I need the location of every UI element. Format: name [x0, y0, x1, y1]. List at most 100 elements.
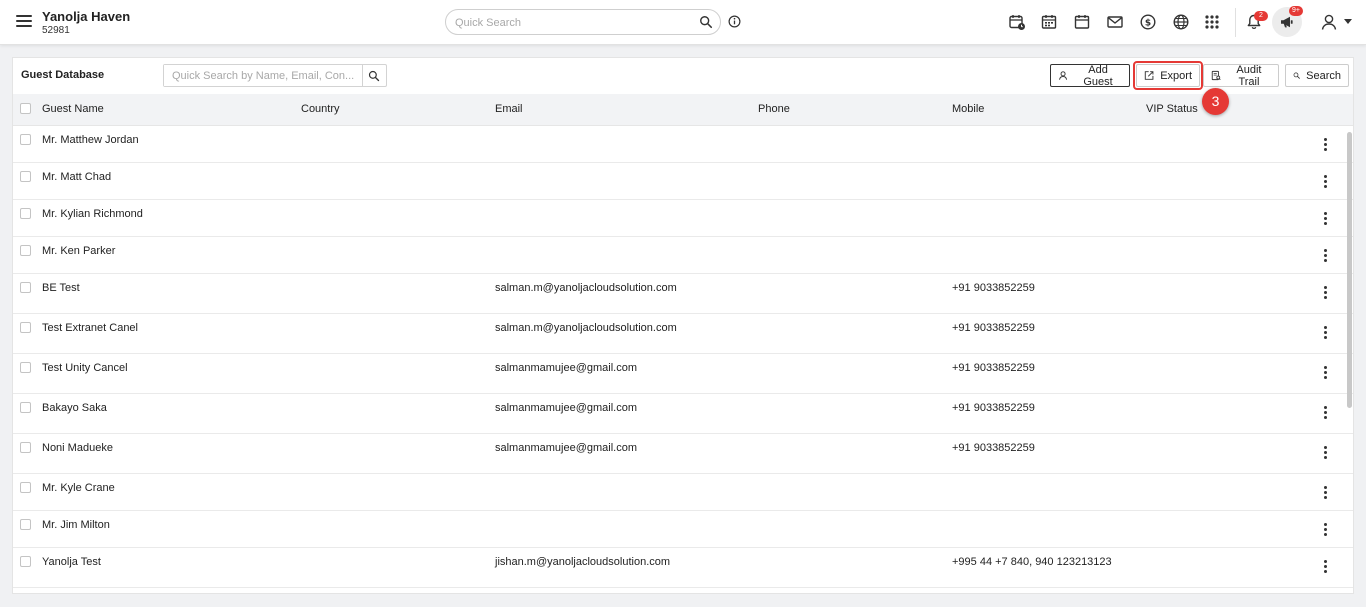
row-actions-icon[interactable] — [1324, 560, 1328, 574]
col-mobile[interactable]: Mobile — [952, 103, 984, 115]
search-icon — [1293, 72, 1300, 79]
row-actions-icon[interactable] — [1324, 249, 1328, 263]
email-cell: salman.m@yanoljacloudsolution.com — [495, 322, 677, 334]
row-checkbox[interactable] — [20, 519, 31, 530]
row-actions-icon[interactable] — [1324, 523, 1328, 537]
email-cell: salmanmamujee@gmail.com — [495, 402, 637, 414]
calendar-clock-icon[interactable] — [1008, 13, 1026, 31]
row-checkbox[interactable] — [20, 442, 31, 453]
col-email[interactable]: Email — [495, 103, 523, 115]
row-checkbox[interactable] — [20, 362, 31, 373]
row-checkbox[interactable] — [20, 482, 31, 493]
step-number-badge: 3 — [1202, 88, 1229, 115]
megaphone-icon — [1281, 16, 1293, 28]
row-actions-icon[interactable] — [1324, 212, 1328, 226]
search-button[interactable]: Search — [1285, 64, 1349, 87]
table-row[interactable]: Mr. Matt Chad — [13, 163, 1353, 200]
select-all-checkbox[interactable] — [20, 103, 31, 114]
mobile-cell: +995 44 +7 840, 940 123213123 — [952, 556, 1112, 568]
mobile-cell: +91 9033852259 — [952, 282, 1035, 294]
apps-grid-icon[interactable] — [1203, 13, 1221, 31]
table-row[interactable]: Mr. Matthew Jordan — [13, 126, 1353, 163]
chevron-down-icon — [1344, 19, 1352, 24]
col-vip-status[interactable]: VIP Status — [1146, 103, 1198, 115]
table-row[interactable]: Mr. Jim Milton — [13, 511, 1353, 548]
user-icon — [1321, 14, 1337, 30]
table-row[interactable]: Test Unity Cancel salmanmamujee@gmail.com… — [13, 354, 1353, 394]
table-header: Guest Name Country Email Phone Mobile VI… — [13, 94, 1353, 126]
export-highlight-box — [1133, 61, 1203, 90]
quick-search — [445, 9, 721, 35]
guest-name-cell[interactable]: Noni Madueke — [42, 442, 113, 454]
dollar-icon[interactable]: $ — [1139, 13, 1157, 31]
announcement-count-badge: 9+ — [1289, 6, 1303, 16]
menu-icon[interactable] — [16, 15, 32, 29]
guest-name-cell[interactable]: Test Unity Cancel — [42, 362, 128, 374]
table-scrollbar[interactable] — [1347, 132, 1352, 408]
guest-name-cell[interactable]: Mr. Matthew Jordan — [42, 134, 139, 146]
quick-search-input[interactable] — [455, 14, 685, 31]
globe-icon[interactable] — [1172, 13, 1190, 31]
guest-name-cell[interactable]: Bakayo Saka — [42, 402, 107, 414]
row-actions-icon[interactable] — [1324, 286, 1328, 300]
email-cell: jishan.m@yanoljacloudsolution.com — [495, 556, 671, 568]
calendar-icon[interactable] — [1073, 13, 1091, 31]
guest-search-button[interactable] — [363, 64, 387, 87]
mobile-cell: +91 9033852259 — [952, 442, 1035, 454]
guest-name-cell[interactable]: Mr. Kyle Crane — [42, 482, 115, 494]
row-checkbox[interactable] — [20, 322, 31, 333]
row-actions-icon[interactable] — [1324, 138, 1328, 152]
table-row[interactable]: Mr. Kyle Crane — [13, 474, 1353, 511]
col-phone[interactable]: Phone — [758, 103, 790, 115]
table-row[interactable]: Yanolja Test jishan.m@yanoljacloudsolutio… — [13, 548, 1353, 588]
guest-search-input[interactable] — [164, 65, 362, 86]
row-actions-icon[interactable] — [1324, 175, 1328, 189]
guest-name-cell[interactable]: Mr. Jim Milton — [42, 519, 110, 531]
row-checkbox[interactable] — [20, 556, 31, 567]
row-actions-icon[interactable] — [1324, 326, 1328, 340]
mail-icon[interactable] — [1106, 13, 1124, 31]
mobile-cell: +91 9033852259 — [952, 402, 1035, 414]
row-actions-icon[interactable] — [1324, 406, 1328, 420]
audit-trail-button[interactable]: Audit Trail — [1203, 63, 1279, 88]
row-checkbox[interactable] — [20, 282, 31, 293]
guest-name-cell[interactable]: Mr. Ken Parker — [42, 245, 115, 257]
toolbar-divider — [1235, 8, 1236, 37]
col-country[interactable]: Country — [301, 103, 340, 115]
audit-trail-label: Audit Trail — [1236, 63, 1262, 88]
guest-name-cell[interactable]: Yanolja Test — [42, 556, 101, 568]
table-row[interactable]: BE Test salman.m@yanoljacloudsolution.com… — [13, 274, 1353, 314]
notification-count-badge: 2 — [1254, 11, 1268, 21]
guest-name-cell[interactable]: Test Extranet Canel — [42, 322, 138, 334]
top-bar: Yanolja Haven 52981 $ 2 9+ — [0, 0, 1366, 45]
table-row[interactable]: Mr. Ken Parker — [13, 237, 1353, 274]
row-checkbox[interactable] — [20, 208, 31, 219]
add-guest-button[interactable]: Add Guest — [1050, 64, 1130, 88]
mobile-cell: +91 9033852259 — [952, 362, 1035, 374]
email-cell: salmanmamujee@gmail.com — [495, 362, 637, 374]
row-checkbox[interactable] — [20, 402, 31, 413]
user-menu[interactable] — [1318, 11, 1358, 33]
row-actions-icon[interactable] — [1324, 366, 1328, 380]
col-guest-name[interactable]: Guest Name — [42, 103, 104, 115]
calendar-grid-icon[interactable] — [1040, 13, 1058, 31]
guest-table-body: Mr. Matthew Jordan Mr. Matt Chad Mr. Kylia… — [13, 126, 1353, 588]
table-row[interactable]: Bakayo Saka salmanmamujee@gmail.com +91 90… — [13, 394, 1353, 434]
row-actions-icon[interactable] — [1324, 446, 1328, 460]
row-checkbox[interactable] — [20, 171, 31, 182]
row-checkbox[interactable] — [20, 134, 31, 145]
guest-database-panel: Guest Database Add Guest Export 3 Audit … — [12, 57, 1354, 594]
row-actions-icon[interactable] — [1324, 486, 1328, 500]
table-row[interactable]: Mr. Kylian Richmond — [13, 200, 1353, 237]
info-icon[interactable] — [728, 15, 741, 28]
guest-name-cell[interactable]: BE Test — [42, 282, 80, 294]
table-row[interactable]: Noni Madueke salmanmamujee@gmail.com +91 9… — [13, 434, 1353, 474]
table-row[interactable]: Test Extranet Canel salman.m@yanoljacloud… — [13, 314, 1353, 354]
guest-name-cell[interactable]: Mr. Matt Chad — [42, 171, 111, 183]
search-icon[interactable] — [699, 15, 713, 29]
email-cell: salmanmamujee@gmail.com — [495, 442, 637, 454]
hotel-name: Yanolja Haven — [42, 9, 131, 24]
user-add-icon — [1059, 71, 1068, 80]
guest-name-cell[interactable]: Mr. Kylian Richmond — [42, 208, 143, 220]
row-checkbox[interactable] — [20, 245, 31, 256]
